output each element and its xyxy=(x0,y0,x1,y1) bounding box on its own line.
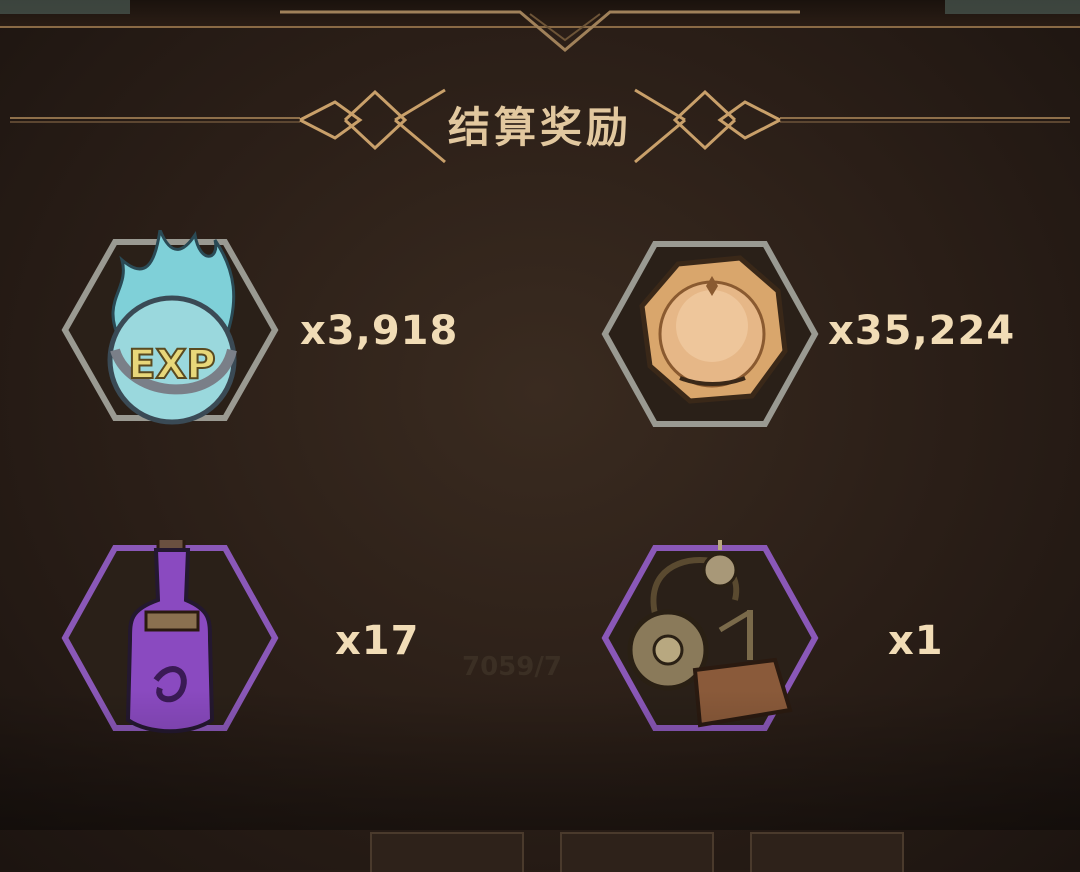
coin-amount: x35,224 xyxy=(828,308,1016,354)
bottom-slot xyxy=(370,832,524,872)
bottom-shade xyxy=(0,690,1080,830)
gold-coin-icon xyxy=(601,241,819,427)
bottom-slots xyxy=(0,832,1080,872)
potion-amount: x17 xyxy=(335,618,420,664)
device-amount: x1 xyxy=(888,618,944,664)
bottom-slot xyxy=(560,832,714,872)
reward-item-exp: EXP x3,918 xyxy=(60,230,520,430)
exp-amount: x3,918 xyxy=(300,308,459,354)
top-ornament xyxy=(0,0,1080,52)
exp-orb-icon: EXP xyxy=(61,230,279,425)
bottom-slot xyxy=(750,832,904,872)
page-title: 结算奖励 xyxy=(447,103,632,152)
reward-item-coin: x35,224 xyxy=(600,236,1060,436)
svg-text:EXP: EXP xyxy=(128,342,215,388)
